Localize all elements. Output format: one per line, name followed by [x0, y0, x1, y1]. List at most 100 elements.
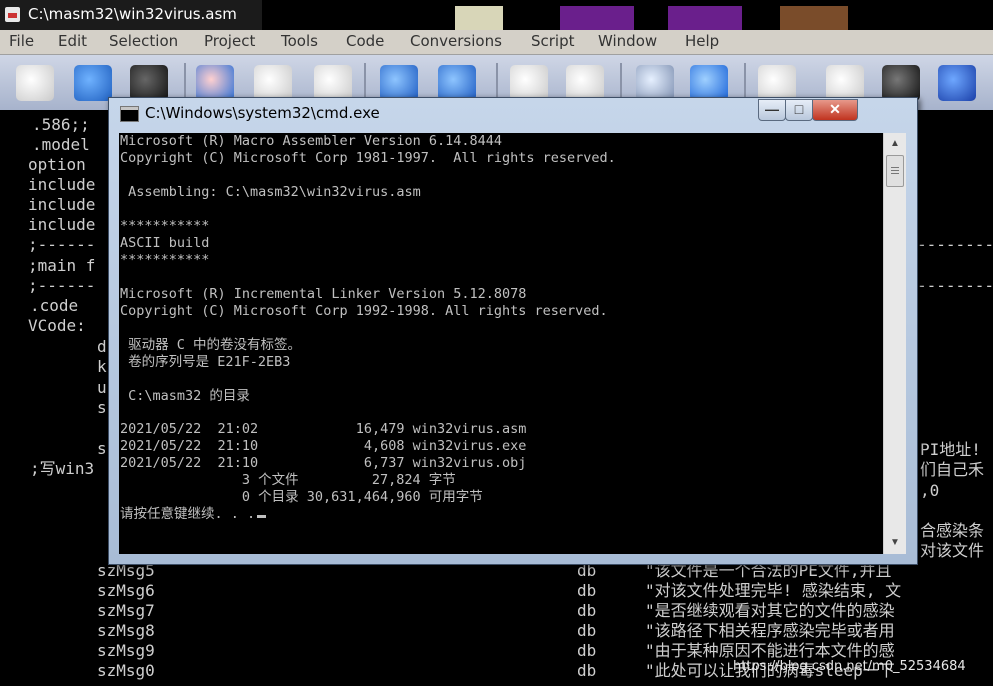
code-line: d	[97, 337, 107, 356]
watermark: https://blog.csdn.net/m0_52534684	[733, 659, 966, 674]
code-line: k	[97, 357, 107, 376]
menu-code[interactable]: Code	[346, 32, 384, 50]
menu-project[interactable]: Project	[204, 32, 255, 50]
code-directive: db	[577, 601, 597, 620]
refresh-icon[interactable]	[690, 65, 728, 101]
window-icon[interactable]	[826, 65, 864, 101]
code-line: .code	[30, 296, 79, 315]
document-export-icon[interactable]	[566, 65, 604, 101]
console-line: Copyright (C) Microsoft Corp 1992-1998. …	[120, 303, 608, 319]
cut-icon[interactable]	[196, 65, 234, 101]
cmd-window[interactable]: C:\Windows\system32\cmd.exe — □ ✕ Micros…	[108, 97, 918, 565]
console-line: 2021/05/22 21:02 16,479 win32virus.asm	[120, 421, 527, 437]
search-icon[interactable]	[636, 65, 674, 101]
save-icon[interactable]	[130, 65, 168, 101]
code-divider: -----------	[917, 276, 993, 295]
menu-window[interactable]: Window	[598, 32, 657, 50]
close-button[interactable]: ✕	[812, 99, 858, 121]
code-string: "是否继续观看对其它的文件的感染	[645, 601, 895, 620]
cmd-titlebar[interactable]: C:\Windows\system32\cmd.exe — □ ✕	[109, 98, 917, 128]
console-prompt-line: 请按任意键继续. . .	[120, 506, 267, 523]
console-line: ***********	[120, 252, 210, 268]
code-line: ;------	[28, 276, 96, 295]
code-line: option	[28, 155, 86, 174]
console-line: 3 个文件 27,824 字节	[120, 472, 456, 488]
background-window-fragment	[560, 6, 634, 30]
code-line: szMsg8	[97, 621, 155, 640]
console-line: ***********	[120, 218, 210, 234]
console-prompt: 请按任意键继续. . .	[120, 506, 256, 522]
console-line: Copyright (C) Microsoft Corp 1981-1997. …	[120, 150, 616, 166]
menu-file[interactable]: File	[9, 32, 34, 50]
text-cursor	[257, 515, 267, 518]
code-line: ;------	[28, 235, 96, 254]
code-line: szMsg6	[97, 581, 155, 600]
code-fragment: 对该文件	[920, 541, 985, 560]
maximize-button[interactable]: □	[785, 99, 813, 121]
code-comment: ;写win3	[30, 459, 95, 478]
code-line: include	[28, 215, 96, 234]
redo-icon[interactable]	[438, 65, 476, 101]
open-file-icon[interactable]	[74, 65, 112, 101]
code-line: VCode:	[28, 316, 86, 335]
code-line: szMsg0	[97, 661, 155, 680]
document-icon[interactable]	[510, 65, 548, 101]
code-directive: db	[577, 581, 597, 600]
print-icon[interactable]	[758, 65, 796, 101]
console-area[interactable]: Microsoft (R) Macro Assembler Version 6.…	[119, 133, 906, 554]
menu-selection[interactable]: Selection	[109, 32, 178, 50]
code-line: .586;;	[32, 115, 90, 134]
console-line: Microsoft (R) Macro Assembler Version 6.…	[120, 133, 503, 149]
copy-icon[interactable]	[254, 65, 292, 101]
code-string: "该路径下相关程序感染完毕或者用	[645, 621, 895, 640]
qeditor-titlebar: C:\masm32\win32virus.asm	[0, 0, 993, 30]
code-string: "对该文件处理完毕! 感染结束, 文	[645, 581, 902, 600]
code-fragment: 们自己禾	[920, 460, 985, 479]
console-line: 卷的序列号是 E21F-2EB3	[120, 354, 291, 370]
code-line: u	[97, 378, 107, 397]
console-line: Assembling: C:\masm32\win32virus.asm	[120, 184, 421, 200]
console-line: 0 个目录 30,631,464,960 可用字节	[120, 489, 483, 505]
car-icon[interactable]	[938, 65, 976, 101]
code-directive: db	[577, 661, 597, 680]
console-line: 驱动器 C 中的卷没有标签。	[120, 337, 302, 353]
code-line: .model	[32, 135, 90, 154]
code-line: include	[28, 195, 96, 214]
new-file-icon[interactable]	[16, 65, 54, 101]
background-window-fragment	[668, 6, 742, 30]
scroll-up-arrow-icon[interactable]: ▲	[886, 135, 904, 153]
code-line: ;main f	[28, 256, 96, 275]
code-fragment: PI地址!	[920, 440, 981, 459]
console-line: ASCII build	[120, 235, 210, 251]
console-line: Microsoft (R) Incremental Linker Version…	[120, 286, 527, 302]
menu-help[interactable]: Help	[685, 32, 719, 50]
menu-script[interactable]: Script	[531, 32, 575, 50]
menu-conversions[interactable]: Conversions	[410, 32, 502, 50]
terminal-icon[interactable]	[882, 65, 920, 101]
code-directive: db	[577, 621, 597, 640]
cmd-icon	[120, 106, 139, 122]
code-string: "由于某种原因不能进行本文件的感	[645, 641, 895, 660]
menu-bar: File Edit Selection Project Tools Code C…	[0, 30, 993, 55]
qeditor-title: C:\masm32\win32virus.asm	[28, 5, 237, 23]
console-output: Microsoft (R) Macro Assembler Version 6.…	[119, 133, 883, 554]
code-divider: -----------	[917, 235, 993, 254]
cmd-title: C:\Windows\system32\cmd.exe	[145, 104, 380, 122]
code-fragment: ,0	[920, 481, 940, 500]
code-line: szMsg9	[97, 641, 155, 660]
code-line: include	[28, 175, 96, 194]
code-line: s	[97, 398, 107, 417]
scroll-down-arrow-icon[interactable]: ▼	[886, 534, 904, 552]
console-line: 2021/05/22 21:10 6,737 win32virus.obj	[120, 455, 527, 471]
vertical-scrollbar[interactable]: ▲ ▼	[883, 133, 906, 554]
minimize-button[interactable]: —	[758, 99, 786, 121]
code-directive: db	[577, 641, 597, 660]
menu-tools[interactable]: Tools	[281, 32, 318, 50]
paste-icon[interactable]	[314, 65, 352, 101]
scrollbar-thumb[interactable]	[886, 155, 904, 187]
qeditor-app-icon	[5, 7, 20, 22]
code-fragment: 合感染条	[920, 521, 985, 540]
menu-edit[interactable]: Edit	[58, 32, 87, 50]
code-line: s	[97, 439, 107, 458]
undo-icon[interactable]	[380, 65, 418, 101]
